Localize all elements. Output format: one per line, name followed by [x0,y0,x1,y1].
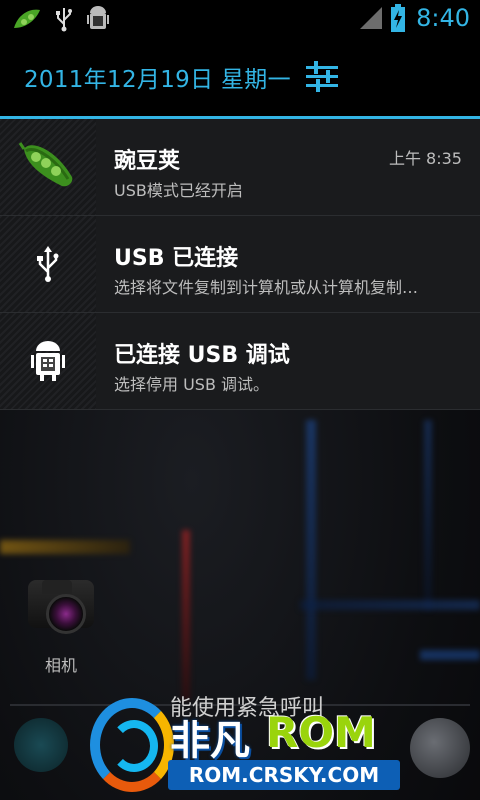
phone-icon[interactable] [14,718,68,772]
light-streak [0,540,130,554]
camera-app-shortcut[interactable]: 相机 [26,572,96,682]
watermark-logo: 非凡 ROM ROM.CRSKY.COM [90,696,410,800]
battery-charging-icon [391,4,405,32]
notification-title: USB 已连接 [114,246,239,271]
notification-item-usb-connected[interactable]: USB 已连接 选择将文件复制到计算机或从计算机复制… [0,216,480,313]
notification-time: 上午 8:35 [388,149,462,168]
signal-icon [360,7,382,29]
notification-icon-area [0,119,96,215]
watermark-domain: ROM.CRSKY.COM [168,760,400,790]
watermark-brand-cn: 非凡 [170,718,250,764]
wandoujia-pea-icon [14,9,40,28]
notification-icon-area [0,313,96,409]
usb-icon [56,8,72,32]
notification-item-usb-debugging[interactable]: 已连接 USB 调试 选择停用 USB 调试。 [0,313,480,410]
light-streak [182,530,190,700]
light-streak [306,420,316,680]
notification-title: 豌豆荚 [114,149,181,174]
status-bar[interactable]: 8:40 [0,0,480,38]
notification-shade-header: 2011年12月19日 星期一 [0,38,480,116]
notification-icon-area [0,216,96,312]
light-streak [424,420,432,610]
date-text: 2011年12月19日 星期一 [24,67,291,93]
android-debug-icon [87,6,109,29]
usb-icon [37,246,59,282]
camera-label: 相机 [44,656,77,675]
notification-text: 选择将文件复制到计算机或从计算机复制… [114,278,419,297]
android-debug-icon [31,341,65,381]
watermark-brand-rom: ROM [266,708,376,757]
camera-icon [28,580,94,634]
settings-sliders-icon[interactable] [304,58,340,94]
light-streak [300,600,480,610]
notification-title: 已连接 USB 调试 [114,343,290,368]
pea-pod-icon [18,142,73,187]
notification-item-wandoujia[interactable]: 豌豆荚 USB模式已经开启 上午 8:35 [0,119,480,216]
globe-icon[interactable] [410,718,470,778]
notification-text: 选择停用 USB 调试。 [114,375,270,394]
light-streak [420,650,480,660]
notification-text: USB模式已经开启 [114,181,243,200]
status-time: 8:40 [416,4,470,32]
